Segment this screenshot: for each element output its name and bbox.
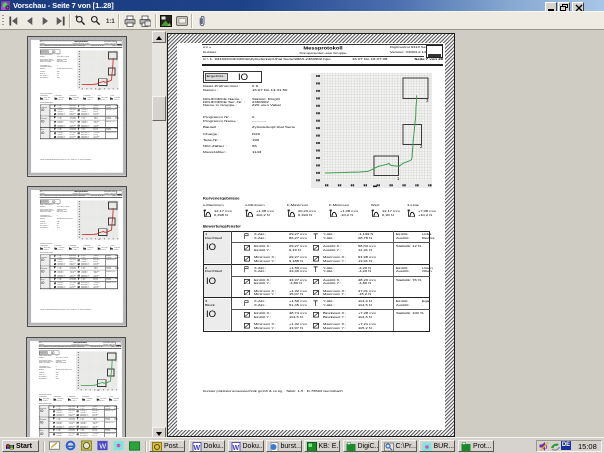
svg-text:1: 1: [105, 387, 106, 389]
svg-text:3: 3: [116, 209, 117, 211]
svg-text:2: 2: [113, 376, 114, 378]
svg-text:1: 1: [106, 86, 107, 88]
svg-text:3: 3: [116, 59, 117, 61]
svg-text:1: 1: [106, 236, 107, 238]
svg-text:W: W: [232, 445, 239, 452]
svg-text:3: 3: [115, 360, 116, 362]
svg-text:2: 2: [114, 75, 115, 77]
svg-text:2: 2: [114, 225, 115, 227]
svg-text:W: W: [193, 445, 200, 452]
svg-text:W: W: [99, 441, 106, 450]
